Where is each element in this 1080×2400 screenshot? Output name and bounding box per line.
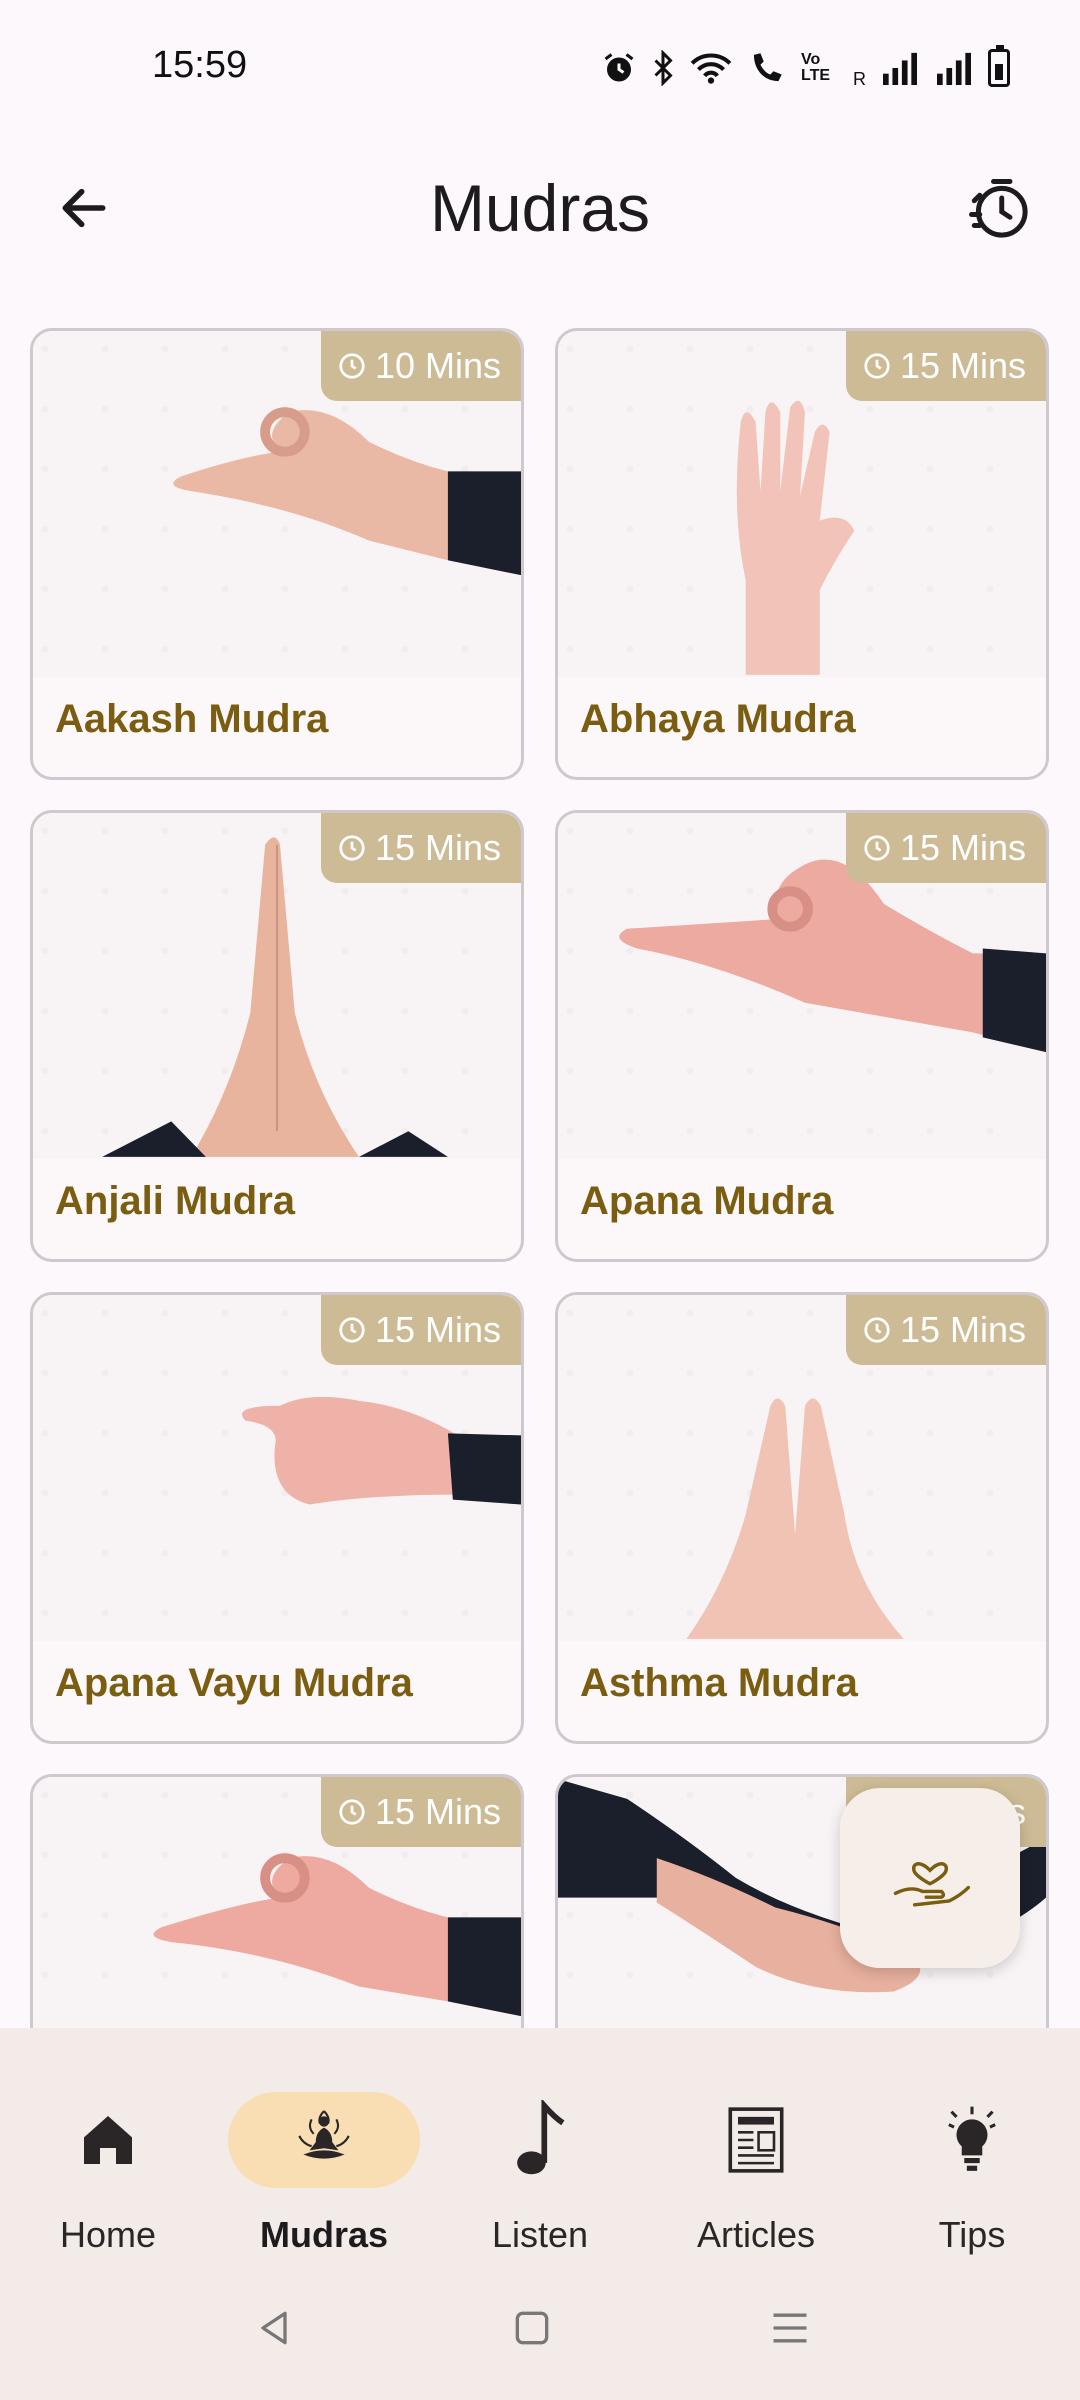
status-bar: 15:59 Vo LTE R xyxy=(0,0,1080,140)
duration-badge: 15 Mins xyxy=(320,1777,521,1847)
nav-label: Tips xyxy=(938,2214,1006,2255)
mudra-card[interactable]: 15 Mins Anjali Mudra xyxy=(30,810,524,1262)
duration-label: 10 Mins xyxy=(374,345,501,386)
status-icons: Vo LTE R xyxy=(601,45,1010,90)
clock-icon xyxy=(862,833,892,863)
clock-icon xyxy=(862,351,892,381)
page-title: Mudras xyxy=(429,171,651,245)
clock-icon xyxy=(337,833,367,863)
mudra-card[interactable]: 15 Mins Apana Vayu Mudra xyxy=(30,1292,524,1744)
signal-icon-2 xyxy=(934,46,974,90)
duration-badge: 15 Mins xyxy=(845,331,1046,401)
signal-icon-1 xyxy=(880,46,920,90)
clock-icon xyxy=(337,351,367,381)
clock-icon xyxy=(862,1315,892,1345)
menu-recents-icon xyxy=(773,2313,807,2343)
mudra-name: Apana Mudra xyxy=(580,1179,834,1223)
alarm-icon xyxy=(601,46,637,90)
mudra-card[interactable]: 10 Mins Aakash Mudra xyxy=(30,328,524,780)
history-timer-button[interactable] xyxy=(954,164,1044,254)
duration-badge: 15 Mins xyxy=(845,813,1046,883)
wifi-calling-icon xyxy=(747,46,787,90)
home-icon xyxy=(68,2100,148,2180)
duration-label: 15 Mins xyxy=(374,827,501,868)
square-home-icon xyxy=(515,2311,549,2345)
app-bar: Mudras xyxy=(0,140,1080,270)
clock-icon xyxy=(337,1797,367,1827)
nav-label: Listen xyxy=(491,2214,589,2255)
battery-icon xyxy=(988,45,1010,90)
lightbulb-icon xyxy=(932,2100,1012,2180)
mudra-name: Abhaya Mudra xyxy=(580,697,856,741)
roaming-label: R xyxy=(853,69,866,89)
duration-label: 15 Mins xyxy=(374,1791,501,1832)
duration-badge: 15 Mins xyxy=(320,1295,521,1365)
nav-item-mudras[interactable]: Mudras xyxy=(224,2058,424,2255)
donate-fab-button[interactable] xyxy=(840,1788,1020,1968)
heart-hand-icon xyxy=(893,1862,971,1907)
nav-label: Mudras xyxy=(259,2214,389,2255)
duration-label: 15 Mins xyxy=(899,1309,1026,1350)
mudra-name: Anjali Mudra xyxy=(55,1179,296,1223)
wifi-icon xyxy=(689,46,733,90)
duration-badge: 15 Mins xyxy=(320,813,521,883)
system-navigation-bar xyxy=(0,2256,1080,2400)
mudra-card[interactable]: 15 Mins xyxy=(30,1774,524,2028)
duration-label: 15 Mins xyxy=(374,1309,501,1350)
duration-label: 15 Mins xyxy=(899,345,1026,386)
newspaper-icon xyxy=(716,2100,796,2180)
nav-label: Articles xyxy=(696,2214,816,2255)
mudra-name: Asthma Mudra xyxy=(580,1661,858,1705)
mudra-grid: 10 Mins Aakash Mudra 15 Mins Abhaya Mudr… xyxy=(30,328,1050,2028)
mudra-card[interactable]: 15 Mins Apana Mudra xyxy=(555,810,1049,1262)
lotus-meditation-icon xyxy=(284,2100,364,2180)
mudra-card[interactable]: 15 Mins Abhaya Mudra xyxy=(555,328,1049,780)
status-time: 15:59 xyxy=(152,44,248,86)
nav-item-listen[interactable]: Listen xyxy=(440,2058,640,2255)
mudra-name: Aakash Mudra xyxy=(55,697,329,741)
mudra-name: Apana Vayu Mudra xyxy=(55,1661,413,1705)
music-note-icon xyxy=(500,2100,580,2180)
volte-label: Vo LTE xyxy=(801,51,831,84)
system-back-button[interactable] xyxy=(244,2298,304,2358)
nav-item-tips[interactable]: Tips xyxy=(872,2058,1072,2255)
system-home-button[interactable] xyxy=(502,2298,562,2358)
nav-item-home[interactable]: Home xyxy=(8,2058,208,2255)
nav-label: Home xyxy=(59,2214,157,2255)
timer-history-icon xyxy=(969,179,1028,238)
duration-badge: 15 Mins xyxy=(845,1295,1046,1365)
duration-badge: 10 Mins xyxy=(320,331,521,401)
bluetooth-icon xyxy=(651,46,675,90)
triangle-back-icon xyxy=(261,2311,287,2345)
nav-item-articles[interactable]: Articles xyxy=(656,2058,856,2255)
system-recents-button[interactable] xyxy=(760,2298,820,2358)
duration-label: 15 Mins xyxy=(899,827,1026,868)
mudra-card[interactable]: 15 Mins Asthma Mudra xyxy=(555,1292,1049,1744)
bottom-navigation: Home Mudras Listen Articles Tips xyxy=(0,2028,1080,2256)
clock-icon xyxy=(337,1315,367,1345)
